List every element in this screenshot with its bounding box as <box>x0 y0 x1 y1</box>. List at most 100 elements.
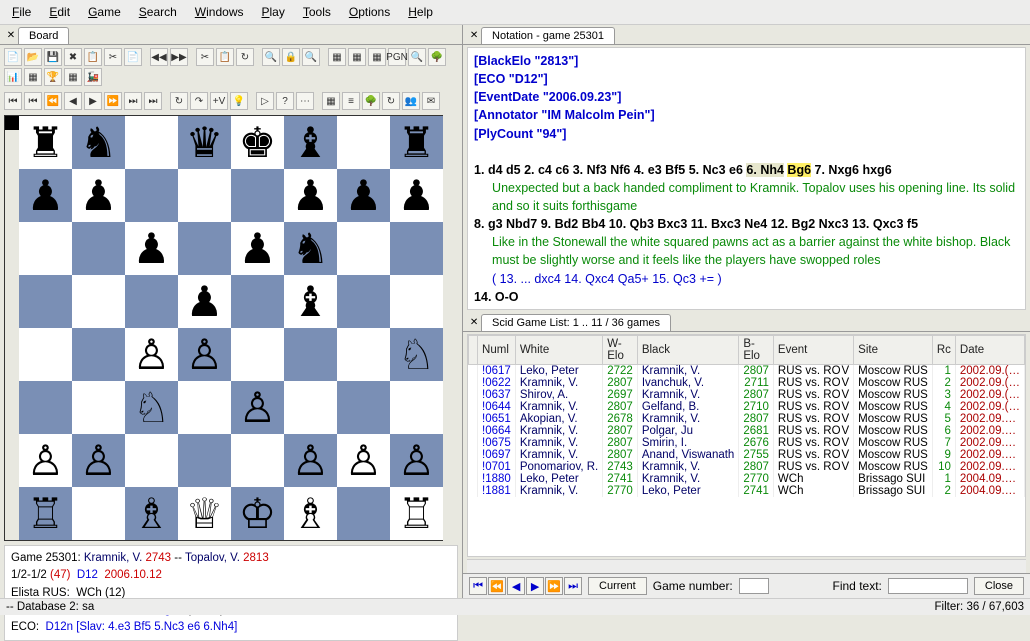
toolbar-button[interactable]: ▦ <box>64 68 82 86</box>
square[interactable]: ♟ <box>125 222 178 275</box>
square[interactable]: ♚ <box>231 116 284 169</box>
square[interactable] <box>125 434 178 487</box>
square[interactable]: ♞ <box>72 116 125 169</box>
square[interactable] <box>231 434 284 487</box>
square[interactable] <box>231 328 284 381</box>
close-icon[interactable]: ✕ <box>467 29 481 43</box>
square[interactable]: ♘ <box>390 328 443 381</box>
toolbar-button[interactable]: 💡 <box>230 92 248 110</box>
move-line[interactable]: 14. O-O <box>474 288 1019 306</box>
toolbar-button[interactable]: ◀ <box>64 92 82 110</box>
square[interactable] <box>178 434 231 487</box>
square[interactable]: ♙ <box>178 328 231 381</box>
square[interactable] <box>337 381 390 434</box>
toolbar-button[interactable]: 🌳 <box>428 48 446 66</box>
square[interactable]: ♟ <box>390 169 443 222</box>
toolbar-button[interactable]: ✖ <box>64 48 82 66</box>
close-button[interactable]: Close <box>974 577 1024 595</box>
square[interactable] <box>284 381 337 434</box>
menu-tools[interactable]: Tools <box>295 2 339 22</box>
square[interactable]: ♔ <box>231 487 284 540</box>
nav-last-icon[interactable]: ⏭ <box>564 577 582 595</box>
game-number-input[interactable] <box>739 578 769 594</box>
eco-long[interactable]: D12n [Slav: 4.e3 Bf5 5.Nc3 e6 6.Nh4] <box>46 621 238 633</box>
toolbar-button[interactable]: 🔒 <box>282 48 300 66</box>
toolbar-button[interactable]: 💾 <box>44 48 62 66</box>
eco-short[interactable]: D12 <box>77 569 98 581</box>
square[interactable] <box>72 328 125 381</box>
find-text-input[interactable] <box>888 578 968 594</box>
toolbar-button[interactable]: ✂ <box>104 48 122 66</box>
chess-board[interactable]: ♜♞♛♚♝♜♟♟♟♟♟♟♟♞♟♝♙♙♘♘♙♙♙♙♙♙♖♗♕♔♗♖ <box>4 115 443 541</box>
table-row[interactable]: !0697Kramnik, V.2807Anand, Viswanath2755… <box>469 449 1025 461</box>
menu-game[interactable]: Game <box>80 2 129 22</box>
variation[interactable]: ( 13. ... dxc4 14. Qxc4 Qa5+ 15. Qc3 += … <box>492 270 1019 288</box>
col-header[interactable]: White <box>515 335 602 364</box>
square[interactable] <box>337 328 390 381</box>
toolbar-button[interactable]: ▶▶ <box>170 48 188 66</box>
square[interactable]: ♟ <box>284 169 337 222</box>
square[interactable] <box>337 275 390 328</box>
square[interactable] <box>284 328 337 381</box>
square[interactable] <box>19 381 72 434</box>
toolbar-button[interactable]: ▦ <box>328 48 346 66</box>
toolbar-button[interactable]: ▦ <box>368 48 386 66</box>
move-line[interactable]: 8. g3 Nbd7 9. Bd2 Bb4 10. Qb3 Bxc3 11. B… <box>474 215 1019 233</box>
tab-gamelist[interactable]: Scid Game List: 1 .. 11 / 36 games <box>481 314 671 331</box>
h-scrollbar[interactable] <box>467 559 1026 573</box>
toolbar-button[interactable]: ◀◀ <box>150 48 168 66</box>
square[interactable]: ♕ <box>178 487 231 540</box>
table-row[interactable]: !0622Kramnik, V.2807Ivanchuk, V.2711RUS … <box>469 377 1025 389</box>
col-header[interactable]: Rc <box>932 335 955 364</box>
square[interactable] <box>178 222 231 275</box>
toolbar-button[interactable]: 📊 <box>4 68 22 86</box>
toolbar-button[interactable]: ⏩ <box>104 92 122 110</box>
square[interactable] <box>337 222 390 275</box>
table-row[interactable]: !0651Akopian, V.2678Kramnik, V.2807RUS v… <box>469 413 1025 425</box>
toolbar-button[interactable]: ▷ <box>256 92 274 110</box>
current-button[interactable]: Current <box>588 577 647 595</box>
square[interactable] <box>19 222 72 275</box>
nav-first-icon[interactable]: ⏮ <box>469 577 487 595</box>
toolbar-button[interactable]: 🔍 <box>408 48 426 66</box>
nav-next-icon[interactable]: ▶ <box>526 577 544 595</box>
toolbar-button[interactable]: ↻ <box>382 92 400 110</box>
square[interactable]: ♞ <box>284 222 337 275</box>
square[interactable] <box>125 169 178 222</box>
nav-prev-icon[interactable]: ◀ <box>507 577 525 595</box>
menu-windows[interactable]: Windows <box>187 2 252 22</box>
toolbar-button[interactable]: 🔍 <box>262 48 280 66</box>
toolbar-button[interactable]: ▦ <box>24 68 42 86</box>
col-header[interactable]: Black <box>637 335 739 364</box>
toolbar-button[interactable]: ⏮ <box>24 92 42 110</box>
square[interactable]: ♙ <box>231 381 284 434</box>
square[interactable] <box>231 275 284 328</box>
toolbar-button[interactable]: ⏭ <box>124 92 142 110</box>
square[interactable] <box>72 487 125 540</box>
toolbar-button[interactable]: ↷ <box>190 92 208 110</box>
toolbar-button[interactable]: ⋯ <box>296 92 314 110</box>
toolbar-button[interactable]: ⏪ <box>44 92 62 110</box>
menu-search[interactable]: Search <box>131 2 185 22</box>
notation-area[interactable]: [BlackElo "2813"] [ECO "D12"] [EventDate… <box>467 47 1026 310</box>
toolbar-button[interactable]: ? <box>276 92 294 110</box>
square[interactable] <box>231 169 284 222</box>
toolbar-button[interactable]: ≡ <box>342 92 360 110</box>
square[interactable] <box>72 275 125 328</box>
menu-options[interactable]: Options <box>341 2 398 22</box>
square[interactable] <box>390 275 443 328</box>
square[interactable]: ♟ <box>72 169 125 222</box>
square[interactable]: ♗ <box>125 487 178 540</box>
toolbar-button[interactable]: 🏆 <box>44 68 62 86</box>
gamelist-table[interactable]: NumlWhiteW-EloBlackB-EloEventSiteRcDate!… <box>468 335 1025 497</box>
toolbar-button[interactable]: 📄 <box>4 48 22 66</box>
square[interactable]: ♖ <box>19 487 72 540</box>
toolbar-button[interactable]: PGN <box>388 48 406 66</box>
table-row[interactable]: !0664Kramnik, V.2807Polgar, Ju2681RUS vs… <box>469 425 1025 437</box>
toolbar-button[interactable]: +V <box>210 92 228 110</box>
toolbar-button[interactable]: 🔍 <box>302 48 320 66</box>
square[interactable] <box>19 328 72 381</box>
table-row[interactable]: !1881Kramnik, V.2770Leko, Peter2741WChBr… <box>469 485 1025 497</box>
close-icon[interactable]: ✕ <box>467 315 481 329</box>
menu-help[interactable]: Help <box>400 2 441 22</box>
